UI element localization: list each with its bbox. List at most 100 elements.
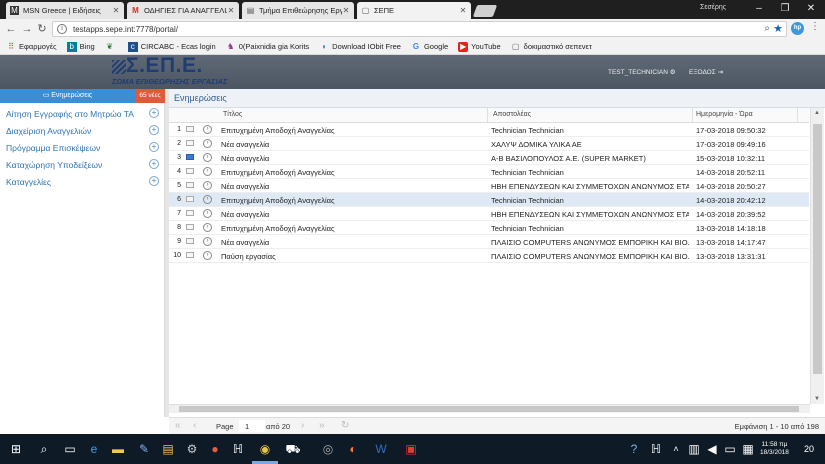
antivirus-icon[interactable]: ▣ bbox=[403, 441, 419, 457]
horizontal-scrollbar[interactable] bbox=[169, 404, 810, 413]
reload-icon[interactable]: ↻ bbox=[35, 22, 49, 36]
open-arrow-icon[interactable]: › bbox=[203, 237, 212, 246]
scroll-thumb[interactable] bbox=[813, 124, 822, 374]
sepe-logo[interactable]: Σ.ΕΠ.Ε. ΣΩΜΑ ΕΠΙΘΕΩΡΗΣΗΣ ΕΡΓΑΣΙΑΣ bbox=[112, 54, 242, 88]
table-row[interactable]: 3 › Νέα αναγγελία Α-Β ΒΑΣΙΛΟΠΟΥΛΟΣ Α.Ε. (SU… bbox=[169, 151, 809, 165]
help-icon[interactable]: ? bbox=[626, 441, 642, 457]
zoom-icon[interactable]: ⌕ bbox=[764, 23, 770, 34]
game-icon[interactable]: ● bbox=[207, 441, 223, 457]
bookmark-iobit[interactable]: ◗ Download IObit Free bbox=[319, 42, 401, 52]
notifications-button[interactable]: ▭ Ενημερώσεις bbox=[0, 89, 135, 103]
envelope-icon[interactable] bbox=[186, 210, 194, 216]
column-separator[interactable] bbox=[797, 108, 798, 123]
tray-chevron-icon[interactable]: ˄ bbox=[668, 441, 684, 457]
open-arrow-icon[interactable]: › bbox=[203, 223, 212, 232]
taskbar-clock[interactable]: 11:58 πμ 18/3/2018 bbox=[760, 441, 789, 457]
plus-circle-icon[interactable]: + bbox=[149, 142, 159, 152]
forward-arrow-icon[interactable]: → bbox=[20, 22, 34, 36]
prev-page-icon[interactable]: ‹ bbox=[193, 420, 196, 431]
battery-icon[interactable]: ▭ bbox=[722, 441, 738, 457]
address-bar[interactable]: i testapps.sepe.int:7778/portal/ ⌕ ★ bbox=[52, 21, 787, 37]
browser-tab-inspection[interactable]: ▤ Τμήμα Επιθεώρησης Εργ ✕ bbox=[242, 2, 354, 19]
open-arrow-icon[interactable]: › bbox=[203, 195, 212, 204]
browser-menu-icon[interactable]: ⋮ bbox=[810, 21, 820, 32]
close-icon[interactable]: ✕ bbox=[227, 6, 235, 15]
word-icon[interactable]: W bbox=[373, 441, 389, 457]
back-arrow-icon[interactable]: ← bbox=[4, 22, 18, 36]
browser-tab-msn[interactable]: M MSN Greece | Ειδήσεις ✕ bbox=[6, 2, 124, 19]
envelope-icon[interactable] bbox=[186, 196, 194, 202]
browser-tab-sepe[interactable]: ▢ ΣΕΠΕ ✕ bbox=[357, 2, 471, 19]
minimize-icon[interactable]: – bbox=[746, 2, 772, 16]
envelope-icon[interactable] bbox=[186, 238, 194, 244]
refresh-icon[interactable]: ↻ bbox=[341, 420, 349, 431]
table-row[interactable]: 2 › Νέα αναγγελία ΧΑΛΥΨ ΔΟΜΙΚΑ ΥΛΙΚΑ ΑΕ 17-0… bbox=[169, 137, 809, 151]
search-icon[interactable]: ⌕ bbox=[36, 441, 52, 457]
car-app-icon[interactable]: ⛟ bbox=[285, 441, 301, 457]
table-row[interactable]: 9 › Νέα αναγγελία ΠΛΑΙΣΙΟ COMPUTERS ΑΝΩΝΥΜΟ… bbox=[169, 235, 809, 249]
disk-icon[interactable]: ◎ bbox=[320, 441, 336, 457]
edge-icon[interactable]: e bbox=[86, 441, 102, 457]
sidebar-item-announcements[interactable]: Διαχείριση Αναγγελιών + bbox=[0, 122, 165, 139]
column-header-date[interactable]: Ημερομηνία - Ώρα bbox=[696, 111, 753, 118]
logout-button[interactable]: ΕΞΟΔΟΣ ⇥ bbox=[689, 68, 723, 76]
scroll-down-icon[interactable]: ▼ bbox=[814, 396, 820, 402]
settings-icon[interactable]: ⚙ bbox=[184, 441, 200, 457]
volume-icon[interactable]: ◀ bbox=[704, 441, 720, 457]
sidebar-item-recommendations[interactable]: Καταχώρηση Υποδείξεων + bbox=[0, 156, 165, 173]
open-arrow-icon[interactable]: › bbox=[203, 167, 212, 176]
hp-extension-icon[interactable]: hp bbox=[791, 22, 804, 35]
envelope-icon[interactable] bbox=[186, 182, 194, 188]
folder-icon[interactable]: ▤ bbox=[160, 441, 176, 457]
open-arrow-icon[interactable]: › bbox=[203, 209, 212, 218]
table-row[interactable]: 7 › Νέα αναγγελία ΗΒΗ ΕΠΕΝΔΥΣΕΩΝ ΚΑΙ ΣΥΜΜΕΤ… bbox=[169, 207, 809, 221]
bookmark-star-icon[interactable]: ★ bbox=[773, 22, 783, 35]
envelope-icon[interactable] bbox=[186, 168, 194, 174]
bookmark-games[interactable]: ♞ 0(Paixnidia gia Korits bbox=[226, 42, 309, 52]
table-row[interactable]: 8 › Επιτυχημένη Αποδοχή Αναγγελίας Technici… bbox=[169, 221, 809, 235]
open-arrow-icon[interactable]: › bbox=[203, 153, 212, 162]
bookmark-youtube[interactable]: ▶ YouTube bbox=[458, 41, 501, 52]
user-menu[interactable]: TEST_TECHNICIAN ⚙ bbox=[608, 68, 676, 76]
plus-circle-icon[interactable]: + bbox=[149, 108, 159, 118]
sidebar-item-complaints[interactable]: Καταγγελίες + bbox=[0, 173, 165, 190]
windows-start-icon[interactable]: ⊞ bbox=[8, 441, 24, 457]
next-page-icon[interactable]: › bbox=[301, 420, 304, 431]
firefox-icon[interactable]: ◐ bbox=[345, 441, 361, 457]
bookmark-google[interactable]: G Google bbox=[411, 42, 448, 52]
table-row[interactable]: 6 › Επιτυχημένη Αποδοχή Αναγγελίας Technici… bbox=[169, 193, 809, 207]
open-arrow-icon[interactable]: › bbox=[203, 125, 212, 134]
page-number-input[interactable]: 1 bbox=[239, 420, 265, 432]
open-arrow-icon[interactable]: › bbox=[203, 251, 212, 260]
open-arrow-icon[interactable]: › bbox=[203, 181, 212, 190]
envelope-icon[interactable] bbox=[186, 140, 194, 146]
new-tab-button[interactable] bbox=[472, 5, 498, 17]
url-text[interactable]: testapps.sepe.int:7778/portal/ bbox=[73, 25, 178, 34]
plus-circle-icon[interactable]: + bbox=[149, 176, 159, 186]
envelope-icon[interactable] bbox=[186, 224, 194, 230]
close-icon[interactable]: ✕ bbox=[342, 6, 350, 15]
info-icon[interactable]: i bbox=[57, 24, 67, 34]
sidebar-item-registry-application[interactable]: Αίτηση Εγγραφής στο Μητρώο ΤΑ + bbox=[0, 105, 165, 122]
bookmark-circabc[interactable]: c CIRCABC - Ecas login bbox=[127, 41, 216, 52]
window-user-name[interactable]: Σεσέρης bbox=[700, 4, 726, 11]
hp-icon[interactable]: ℍ bbox=[230, 441, 246, 457]
close-icon[interactable]: ✕ bbox=[112, 6, 120, 15]
task-view-icon[interactable]: ▭ bbox=[62, 441, 78, 457]
bookmark-sepenet[interactable]: ▢ δοκιμαστικό σεπενετ bbox=[511, 42, 592, 52]
open-arrow-icon[interactable]: › bbox=[203, 139, 212, 148]
sidebar-item-visit-schedule[interactable]: Πρόγραμμα Επισκέψεων + bbox=[0, 139, 165, 156]
plus-circle-icon[interactable]: + bbox=[149, 159, 159, 169]
language-icon[interactable]: ▦ bbox=[740, 441, 756, 457]
envelope-icon[interactable] bbox=[186, 126, 194, 132]
chrome-icon[interactable]: ◉ bbox=[257, 441, 273, 457]
column-header-title[interactable]: Τίτλος bbox=[223, 111, 242, 118]
plus-circle-icon[interactable]: + bbox=[149, 125, 159, 135]
bookmark-bing[interactable]: b Bing bbox=[66, 41, 95, 52]
close-icon[interactable]: ✕ bbox=[459, 6, 467, 15]
column-separator[interactable] bbox=[692, 108, 693, 123]
last-page-icon[interactable]: » bbox=[319, 420, 325, 431]
hp-tray-icon[interactable]: ℍ bbox=[648, 441, 664, 457]
table-row[interactable]: 10 › Παύση εργασίας ΠΛΑΙΣΙΟ COMPUTERS ΑΝΩΝΥ… bbox=[169, 249, 809, 263]
scroll-up-icon[interactable]: ▲ bbox=[814, 110, 820, 116]
